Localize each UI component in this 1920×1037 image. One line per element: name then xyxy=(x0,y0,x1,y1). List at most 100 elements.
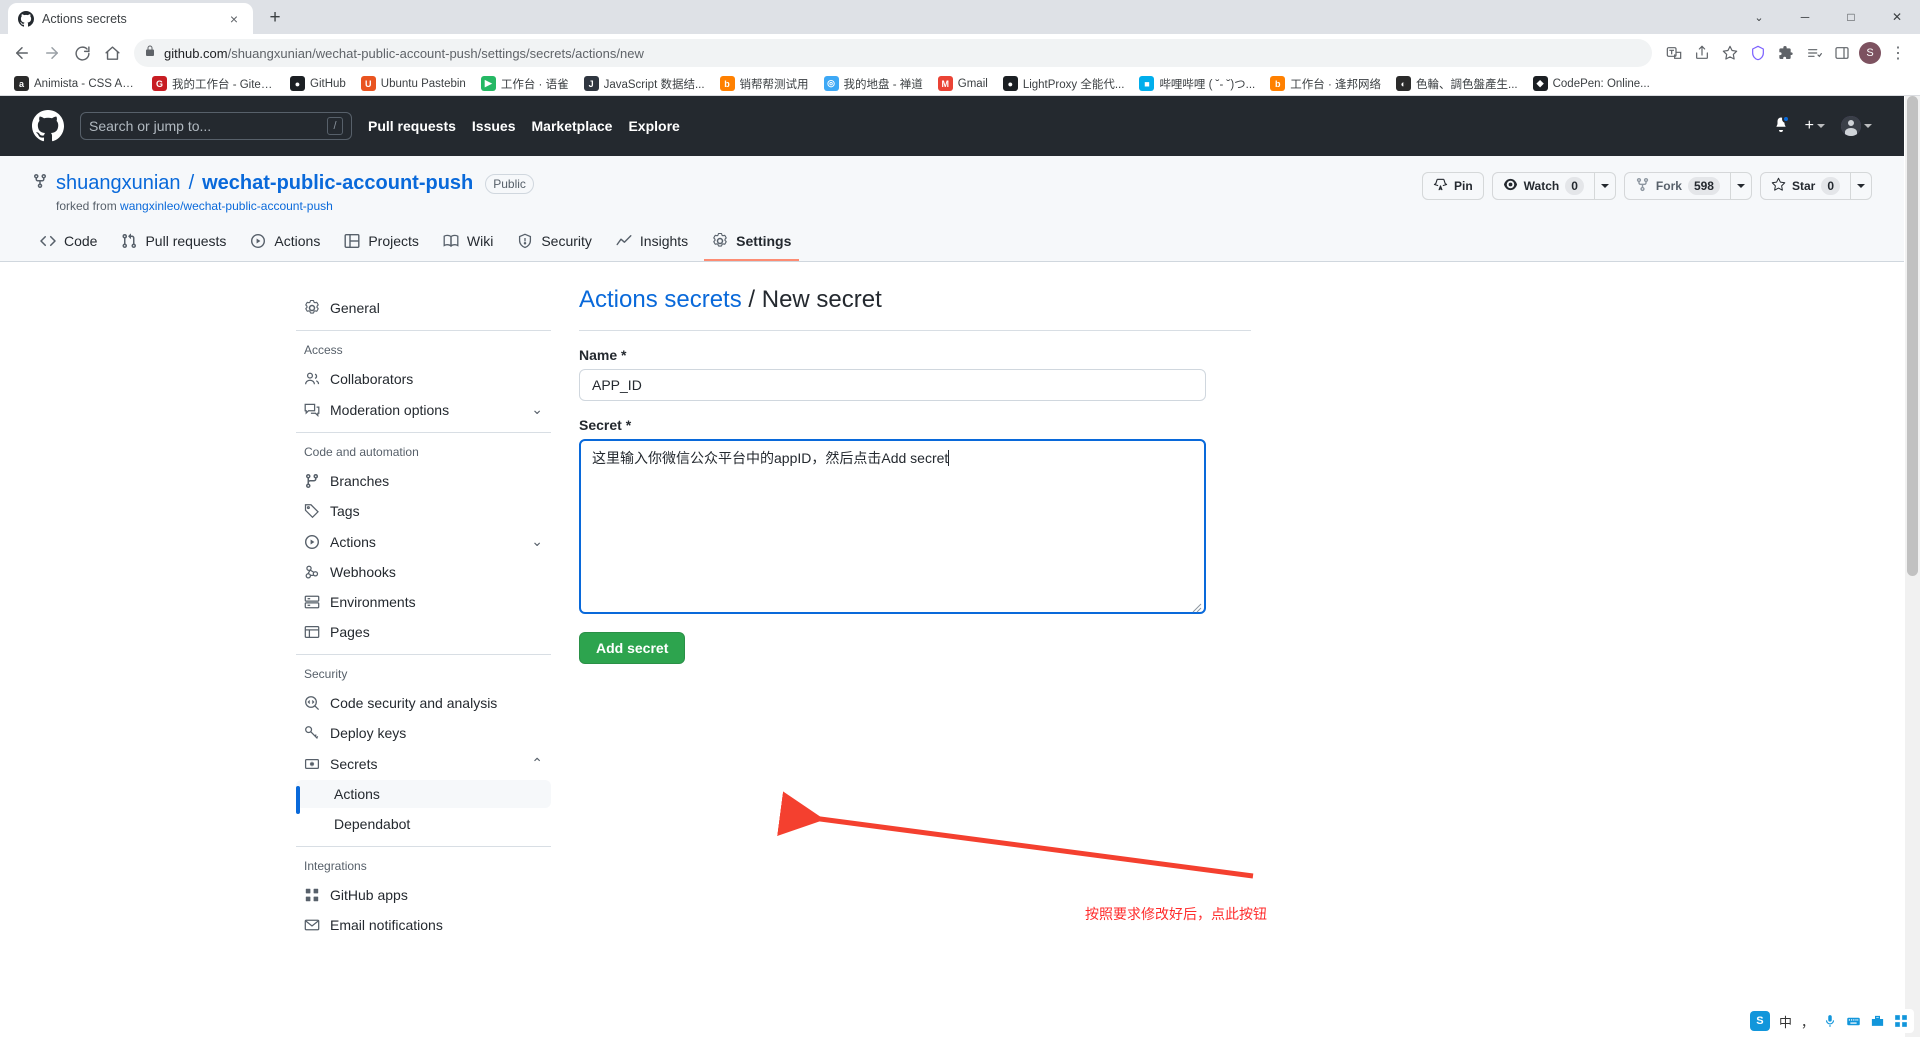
watch-dropdown-button[interactable] xyxy=(1593,172,1616,200)
user-menu[interactable] xyxy=(1841,116,1872,136)
side-panel-icon[interactable] xyxy=(1828,39,1856,67)
close-icon[interactable]: × xyxy=(225,10,243,28)
new-tab-button[interactable]: + xyxy=(261,4,289,32)
bookmark-item[interactable]: ● GitHub xyxy=(284,74,352,93)
sidebar-subitem-actions[interactable]: Actions xyxy=(296,780,551,808)
reload-icon[interactable] xyxy=(68,39,96,67)
forward-icon[interactable] xyxy=(38,39,66,67)
sidebar-item-webhooks[interactable]: Webhooks xyxy=(296,558,551,586)
bookmark-item[interactable]: M Gmail xyxy=(932,74,994,93)
sidebar-item-email-notifications[interactable]: Email notifications xyxy=(296,911,551,939)
repo-tab-settings[interactable]: Settings xyxy=(704,227,800,261)
bookmark-item[interactable]: G 我的工作台 - Gitee... xyxy=(146,74,281,94)
bookmark-item[interactable]: ● LightProxy 全能代... xyxy=(997,74,1131,94)
bookmark-item[interactable]: b 销帮帮测试用 xyxy=(714,74,815,94)
secret-field-label: Secret * xyxy=(579,417,632,433)
extensions-puzzle-icon[interactable] xyxy=(1772,39,1800,67)
grid-icon[interactable] xyxy=(1894,1014,1908,1028)
search-input[interactable]: Search or jump to... / xyxy=(80,112,352,140)
repo-name-link[interactable]: wechat-public-account-push xyxy=(202,172,473,195)
sidebar-item-general[interactable]: General xyxy=(296,294,551,322)
create-new-menu[interactable]: + xyxy=(1805,117,1825,135)
bookmark-item[interactable]: ▶ 工作台 · 语雀 xyxy=(475,74,575,94)
toolbox-icon[interactable] xyxy=(1870,1014,1885,1029)
bookmark-item[interactable]: ◎ 我的地盘 - 禅道 xyxy=(818,74,929,94)
close-window-button[interactable]: ✕ xyxy=(1874,0,1920,34)
notifications-bell-icon[interactable] xyxy=(1773,114,1790,137)
star-dropdown-button[interactable] xyxy=(1850,172,1872,200)
github-mark-icon[interactable] xyxy=(32,110,64,142)
shield-icon[interactable] xyxy=(1744,39,1772,67)
resize-handle[interactable] xyxy=(1190,598,1202,613)
bookmark-favicon-icon: G xyxy=(152,76,167,91)
repo-tab-security[interactable]: Security xyxy=(509,227,600,261)
chrome-menu-icon[interactable]: ⋮ xyxy=(1884,39,1912,67)
bookmark-item[interactable]: ◐ 色輪、調色盤產生... xyxy=(1390,74,1524,94)
chevron-up-icon[interactable]: ⌃ xyxy=(531,755,543,772)
browser-tab[interactable]: Actions secrets × xyxy=(8,3,253,34)
sidebar-item-moderation-options[interactable]: Moderation options ⌄ xyxy=(296,395,551,424)
bookmark-star-icon[interactable] xyxy=(1716,39,1744,67)
address-bar[interactable]: github.com/shuangxunian/wechat-public-ac… xyxy=(134,39,1652,67)
keyboard-icon[interactable] xyxy=(1846,1014,1861,1029)
ime-logo-icon[interactable]: S xyxy=(1749,1011,1770,1031)
share-icon[interactable] xyxy=(1688,39,1716,67)
repo-tab-projects[interactable]: Projects xyxy=(336,227,427,261)
fork-dropdown-button[interactable] xyxy=(1729,172,1752,200)
repo-tab-pull-requests[interactable]: Pull requests xyxy=(113,227,234,261)
sidebar-item-branches[interactable]: Branches xyxy=(296,467,551,495)
mic-icon[interactable] xyxy=(1823,1014,1837,1028)
bookmark-item[interactable]: b 工作台 · 逢邦网络 xyxy=(1264,74,1387,94)
pin-button[interactable]: Pin xyxy=(1422,172,1484,200)
bookmark-item[interactable]: ◆ CodePen: Online... xyxy=(1527,74,1656,93)
nav-marketplace[interactable]: Marketplace xyxy=(532,118,613,134)
nav-issues[interactable]: Issues xyxy=(472,118,516,134)
back-icon[interactable] xyxy=(8,39,36,67)
star-button[interactable]: Star 0 xyxy=(1759,172,1850,200)
chevron-down-icon[interactable]: ⌄ xyxy=(531,533,543,550)
watch-button[interactable]: Watch 0 xyxy=(1491,172,1594,200)
bookmark-favicon-icon: U xyxy=(360,76,376,91)
sidebar-item-github-apps[interactable]: GitHub apps xyxy=(296,881,551,909)
repo-owner-link[interactable]: shuangxunian xyxy=(56,172,181,195)
sidebar-item-tags[interactable]: Tags xyxy=(296,497,551,525)
apps-icon xyxy=(304,887,320,903)
secret-name-input[interactable] xyxy=(579,369,1206,401)
minimize-button[interactable]: ─ xyxy=(1782,0,1828,34)
sidebar-item-code-security-and-analysis[interactable]: Code security and analysis xyxy=(296,689,551,717)
sidebar-item-secrets[interactable]: Secrets ⌃ xyxy=(296,749,551,778)
bookmark-item[interactable]: a Animista - CSS An... xyxy=(8,74,143,93)
page-scrollbar[interactable] xyxy=(1905,96,1920,1037)
reading-list-icon[interactable] xyxy=(1800,39,1828,67)
sidebar-item-environments[interactable]: Environments xyxy=(296,588,551,616)
bookmark-item[interactable]: U Ubuntu Pastebin xyxy=(355,74,472,93)
fork-button[interactable]: Fork 598 xyxy=(1623,172,1730,200)
nav-explore[interactable]: Explore xyxy=(628,118,679,134)
sidebar-item-actions[interactable]: Actions ⌄ xyxy=(296,527,551,556)
repo-tab-wiki[interactable]: Wiki xyxy=(435,227,501,261)
scrollbar-thumb[interactable] xyxy=(1907,96,1918,576)
secret-value-textarea[interactable]: 这里输入你微信公众平台中的appID，然后点击Add secret xyxy=(579,439,1206,614)
tab-search-icon[interactable]: ⌄ xyxy=(1736,0,1782,34)
repo-tab-code[interactable]: Code xyxy=(32,227,105,261)
chevron-down-icon[interactable]: ⌄ xyxy=(531,401,543,418)
bookmark-item[interactable]: J JavaScript 数据结... xyxy=(578,74,711,94)
maximize-button[interactable]: □ xyxy=(1828,0,1874,34)
forked-from-link[interactable]: wangxinleo/wechat-public-account-push xyxy=(120,199,333,213)
profile-avatar[interactable]: S xyxy=(1856,39,1884,67)
sidebar-item-collaborators[interactable]: Collaborators xyxy=(296,365,551,393)
nav-pull-requests[interactable]: Pull requests xyxy=(368,118,456,134)
sidebar-item-pages[interactable]: Pages xyxy=(296,618,551,646)
ime-punctuation-label[interactable]: ， xyxy=(1801,1012,1814,1031)
repo-tab-insights[interactable]: Insights xyxy=(608,227,696,261)
breadcrumb-actions-secrets-link[interactable]: Actions secrets xyxy=(579,286,742,313)
add-secret-button[interactable]: Add secret xyxy=(579,632,686,664)
home-icon[interactable] xyxy=(98,39,126,67)
bookmark-item[interactable]: ■ 哔哩哔哩 ( ˘- ˘)つ... xyxy=(1133,74,1261,94)
sidebar-item-deploy-keys[interactable]: Deploy keys xyxy=(296,719,551,747)
translate-icon[interactable] xyxy=(1660,39,1688,67)
repo-tab-actions[interactable]: Actions xyxy=(242,227,328,261)
sidebar-subitem-dependabot[interactable]: Dependabot xyxy=(296,810,551,838)
ime-mode-label[interactable]: 中 xyxy=(1779,1012,1792,1031)
search-placeholder: Search or jump to... xyxy=(89,118,212,134)
